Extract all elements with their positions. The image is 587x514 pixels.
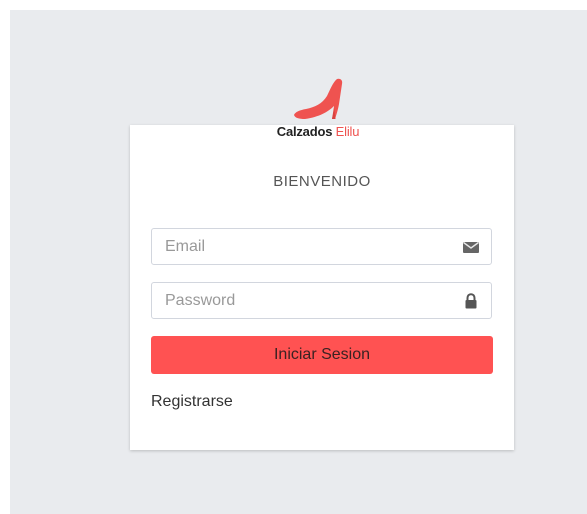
brand-name-secondary: Elilu bbox=[335, 124, 360, 139]
email-field[interactable] bbox=[152, 229, 455, 264]
password-field-wrapper bbox=[151, 282, 492, 319]
brand-name: Calzados Elilu bbox=[273, 124, 363, 139]
login-card: BIENVENIDO Iniciar Sesion Registrarse bbox=[130, 125, 514, 450]
envelope-icon bbox=[463, 241, 479, 253]
high-heel-shoe-icon bbox=[294, 78, 343, 119]
register-link[interactable]: Registrarse bbox=[151, 393, 233, 411]
password-field[interactable] bbox=[152, 283, 455, 318]
brand-logo: Calzados Elilu bbox=[273, 77, 363, 139]
login-button[interactable]: Iniciar Sesion bbox=[151, 336, 493, 374]
email-field-wrapper bbox=[151, 228, 492, 265]
page-background: Calzados Elilu BIENVENIDO Iniciar Sesion… bbox=[10, 10, 587, 514]
lock-icon bbox=[465, 293, 477, 309]
brand-name-primary: Calzados bbox=[276, 124, 333, 139]
page-title: BIENVENIDO bbox=[273, 173, 371, 190]
